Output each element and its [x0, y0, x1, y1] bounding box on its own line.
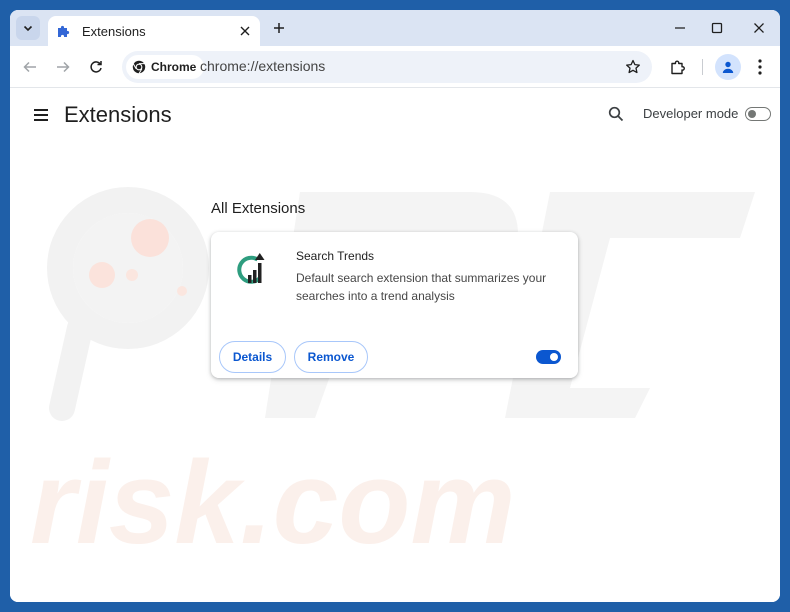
extension-name: Search Trends — [296, 249, 375, 263]
toggle-knob — [550, 353, 558, 361]
remove-button[interactable]: Remove — [294, 341, 368, 373]
section-title: All Extensions — [211, 200, 306, 217]
chrome-logo-icon — [132, 60, 146, 74]
reload-button[interactable] — [84, 55, 108, 79]
star-icon — [626, 59, 640, 74]
trend-chart-icon — [237, 253, 265, 284]
tab-close-button[interactable] — [236, 22, 254, 40]
url-text: chrome://extensions — [200, 58, 326, 74]
reload-icon — [90, 61, 102, 73]
extensions-page: risk.com Extensions Developer mode All E… — [10, 88, 780, 602]
tab-strip: Extensions — [10, 10, 780, 46]
main-menu-button[interactable] — [30, 104, 52, 126]
puzzle-piece-icon — [58, 25, 70, 37]
minimize-button[interactable] — [666, 16, 694, 40]
toggle-knob — [748, 109, 756, 118]
kebab-menu-icon — [758, 59, 762, 75]
minimize-icon — [675, 27, 685, 29]
developer-mode-toggle[interactable] — [745, 107, 771, 121]
maximize-icon — [711, 22, 723, 34]
maximize-button[interactable] — [703, 16, 731, 40]
hamburger-menu-icon — [34, 109, 48, 121]
chevron-down-icon — [23, 25, 33, 32]
close-icon — [754, 23, 764, 33]
page-header: Extensions Developer mode — [10, 88, 780, 144]
toolbar-divider — [702, 59, 703, 75]
chrome-menu-button[interactable] — [748, 55, 772, 79]
tab-extensions[interactable]: Extensions — [48, 16, 260, 46]
extension-card: Search Trends Default search extension t… — [211, 232, 578, 378]
site-info-chip[interactable]: Chrome — [126, 55, 205, 79]
toolbar: Chrome chrome://extensions — [10, 46, 780, 88]
person-icon — [722, 61, 734, 73]
back-button[interactable] — [18, 55, 42, 79]
browser-window: Extensions Chrome chrome://extensions ri… — [10, 10, 780, 602]
forward-button[interactable] — [51, 55, 75, 79]
search-icon — [608, 106, 624, 122]
page-title: Extensions — [64, 102, 172, 127]
arrow-left-icon — [23, 61, 36, 73]
tab-title: Extensions — [82, 23, 146, 39]
search-extensions-button[interactable] — [605, 103, 627, 125]
developer-mode-label: Developer mode — [643, 106, 739, 121]
extensions-button[interactable] — [666, 55, 690, 79]
profile-button[interactable] — [715, 54, 741, 80]
plus-icon — [274, 23, 284, 33]
chip-label: Chrome — [151, 60, 197, 74]
bookmark-button[interactable] — [622, 56, 644, 78]
close-window-button[interactable] — [745, 16, 773, 40]
close-icon — [240, 26, 250, 36]
extension-enable-toggle[interactable] — [536, 350, 561, 364]
puzzle-piece-icon — [671, 60, 685, 75]
new-tab-button[interactable] — [268, 17, 290, 39]
watermark-text: risk.com — [30, 437, 515, 569]
details-button[interactable]: Details — [219, 341, 286, 373]
tab-search-button[interactable] — [16, 16, 40, 40]
omnibox[interactable]: Chrome chrome://extensions — [122, 51, 652, 83]
arrow-right-icon — [57, 61, 70, 73]
extension-description: Default search extension that summarizes… — [296, 271, 547, 303]
